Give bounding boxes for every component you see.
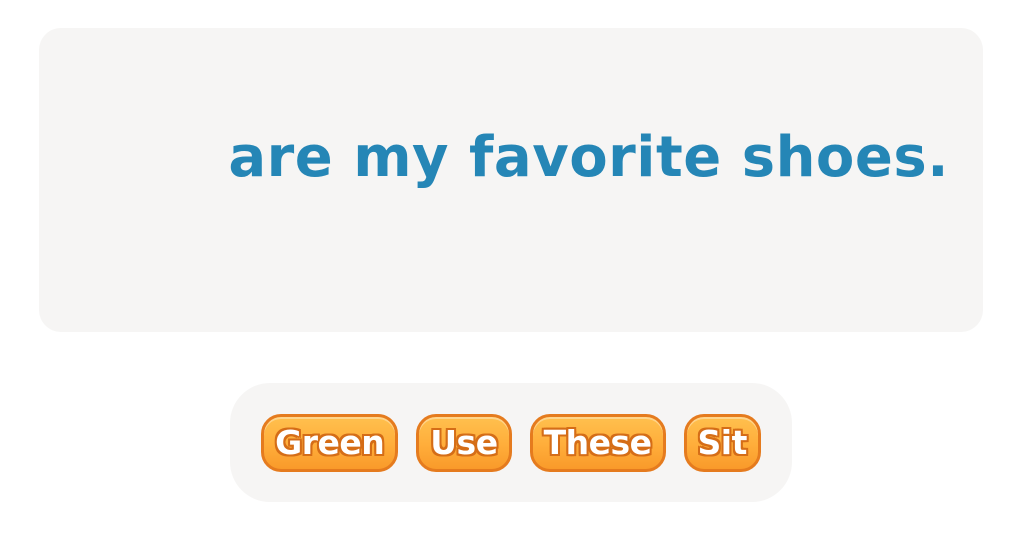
sentence-text: are my favorite shoes.	[228, 125, 949, 190]
word-chip-use[interactable]: Use	[416, 413, 512, 472]
word-chip-label: Green	[275, 423, 385, 462]
word-chip-label: Use	[430, 423, 498, 462]
word-chip-sit[interactable]: Sit	[683, 413, 761, 472]
sentence-panel: are my favorite shoes.	[39, 28, 983, 332]
word-bank: Green Use These Sit	[230, 383, 792, 502]
word-chip-label: These	[543, 423, 652, 462]
word-chip-label: Sit	[697, 423, 748, 462]
word-chip-these[interactable]: These	[529, 413, 666, 472]
word-chip-green[interactable]: Green	[261, 413, 399, 472]
